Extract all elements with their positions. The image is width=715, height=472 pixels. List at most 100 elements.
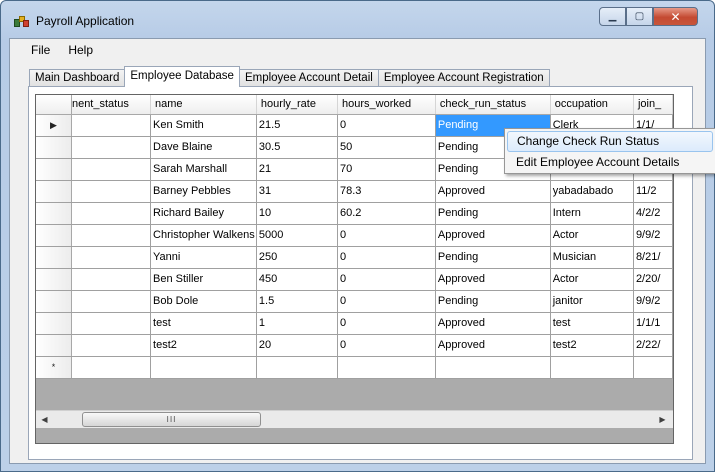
row-header[interactable] [36,268,72,291]
grid-cell[interactable]: Approved [435,180,551,203]
table-row[interactable]: Richard Bailey 10 60.2 Pending Intern 4/2/2 [36,202,673,225]
grid-cell[interactable]: Approved [435,334,551,357]
grid-cell[interactable]: Pending [435,290,551,313]
grid-cell[interactable]: 2/20/ [633,268,673,291]
grid-cell[interactable]: Intern [550,202,634,225]
grid-cell[interactable]: 9/9/2 [633,224,673,247]
grid-cell[interactable]: 8/21/ [633,246,673,269]
grid-cell[interactable]: Christopher Walkens [150,224,257,247]
menu-edit-employee-account-details[interactable]: Edit Employee Account Details [507,152,713,173]
row-header[interactable] [36,246,72,269]
column-header[interactable]: nent_status [71,95,152,115]
grid-cell[interactable]: 450 [256,268,339,291]
column-header[interactable]: name [150,95,257,115]
menu-file[interactable]: File [10,40,59,60]
scroll-thumb[interactable]: III [82,412,261,427]
row-header[interactable] [36,202,72,225]
title-bar[interactable]: Payroll Application ▁ ▢ ✕ [1,1,714,33]
tab-employee-account-registration[interactable]: Employee Account Registration [377,69,550,87]
grid-cell[interactable]: Pending [435,202,551,225]
grid-cell[interactable]: 20 [256,334,339,357]
menu-change-check-run-status[interactable]: Change Check Run Status [507,131,713,152]
grid-cell[interactable]: Pending [435,246,551,269]
grid-cell[interactable]: 0 [337,334,436,357]
grid-cell[interactable]: Barney Pebbles [150,180,257,203]
grid-cell[interactable]: 0 [337,268,436,291]
table-row[interactable]: test 1 0 Approved test 1/1/1 [36,312,673,335]
grid-cell[interactable] [71,246,152,269]
grid-cell[interactable]: Ben Stiller [150,268,257,291]
grid-cell[interactable] [71,180,152,203]
grid-cell[interactable]: test2 [150,334,257,357]
table-row[interactable]: Barney Pebbles 31 78.3 Approved yabadabado 11… [36,180,673,203]
grid-cell[interactable]: 0 [337,246,436,269]
grid-cell[interactable]: Approved [435,224,551,247]
grid-cell[interactable] [337,356,436,379]
grid-cell[interactable]: Dave Blaine [150,136,257,159]
grid-cell[interactable]: 0 [337,224,436,247]
grid-cell[interactable]: Approved [435,312,551,335]
grid-cell[interactable]: 1/1/1 [633,312,673,335]
grid-cell[interactable]: 10 [256,202,339,225]
grid-cell[interactable]: Approved [435,268,551,291]
table-row[interactable]: Christopher Walkens 5000 0 Approved Actor 9/9… [36,224,673,247]
row-header[interactable] [36,312,72,335]
grid-cell[interactable]: 11/2 [633,180,673,203]
maximize-button[interactable]: ▢ [626,7,653,26]
row-header[interactable]: ▶ [36,114,72,137]
row-header[interactable]: * [36,356,72,379]
grid-cell[interactable]: Actor [550,224,634,247]
grid-cell[interactable] [71,312,152,335]
minimize-button[interactable]: ▁ [599,7,626,26]
grid-cell[interactable]: yabadabado [550,180,634,203]
grid-cell[interactable]: 9/9/2 [633,290,673,313]
scroll-left-icon[interactable]: ◀ [36,411,53,428]
app-icon[interactable] [14,14,30,28]
row-header[interactable] [36,224,72,247]
column-header[interactable]: join_ [633,95,673,115]
grid-cell[interactable] [71,334,152,357]
row-header[interactable] [36,136,72,159]
close-button[interactable]: ✕ [653,7,698,26]
column-header[interactable]: hours_worked [337,95,436,115]
corner-header[interactable] [36,95,72,115]
grid-cell[interactable]: test2 [550,334,634,357]
grid-cell[interactable]: Bob Dole [150,290,257,313]
column-header[interactable]: hourly_rate [256,95,339,115]
grid-cell[interactable]: test [150,312,257,335]
grid-cell[interactable]: 5000 [256,224,339,247]
grid-cell[interactable]: Sarah Marshall [150,158,257,181]
grid-cell[interactable]: Musician [550,246,634,269]
grid-cell[interactable] [550,356,634,379]
grid-cell[interactable] [71,136,152,159]
row-header[interactable] [36,334,72,357]
grid-cell[interactable] [435,356,551,379]
grid-cell[interactable]: 31 [256,180,339,203]
grid-cell[interactable]: 78.3 [337,180,436,203]
grid-cell[interactable]: Yanni [150,246,257,269]
grid-cell[interactable]: 2/22/ [633,334,673,357]
tab-employee-database[interactable]: Employee Database [124,66,240,87]
grid-cell[interactable] [71,158,152,181]
column-header[interactable]: occupation [550,95,634,115]
grid-cell[interactable]: 1.5 [256,290,339,313]
table-row[interactable]: test2 20 0 Approved test2 2/22/ [36,334,673,357]
row-header[interactable] [36,158,72,181]
grid-cell[interactable]: Actor [550,268,634,291]
grid-cell[interactable]: 30.5 [256,136,339,159]
table-row[interactable]: Ben Stiller 450 0 Approved Actor 2/20/ [36,268,673,291]
tab-main-dashboard[interactable]: Main Dashboard [29,69,126,87]
grid-cell[interactable] [150,356,257,379]
grid-cell[interactable]: 0 [337,312,436,335]
grid-cell[interactable]: 1 [256,312,339,335]
grid-cell[interactable]: test [550,312,634,335]
tab-employee-account-detail[interactable]: Employee Account Detail [238,69,379,87]
grid-cell[interactable]: 4/2/2 [633,202,673,225]
grid-cell[interactable] [71,114,152,137]
grid-cell[interactable]: 21 [256,158,339,181]
grid-cell[interactable] [71,268,152,291]
grid-cell[interactable]: Ken Smith [150,114,257,137]
table-row[interactable]: Bob Dole 1.5 0 Pending janitor 9/9/2 [36,290,673,313]
grid-cell[interactable]: 60.2 [337,202,436,225]
table-row[interactable]: Yanni 250 0 Pending Musician 8/21/ [36,246,673,269]
